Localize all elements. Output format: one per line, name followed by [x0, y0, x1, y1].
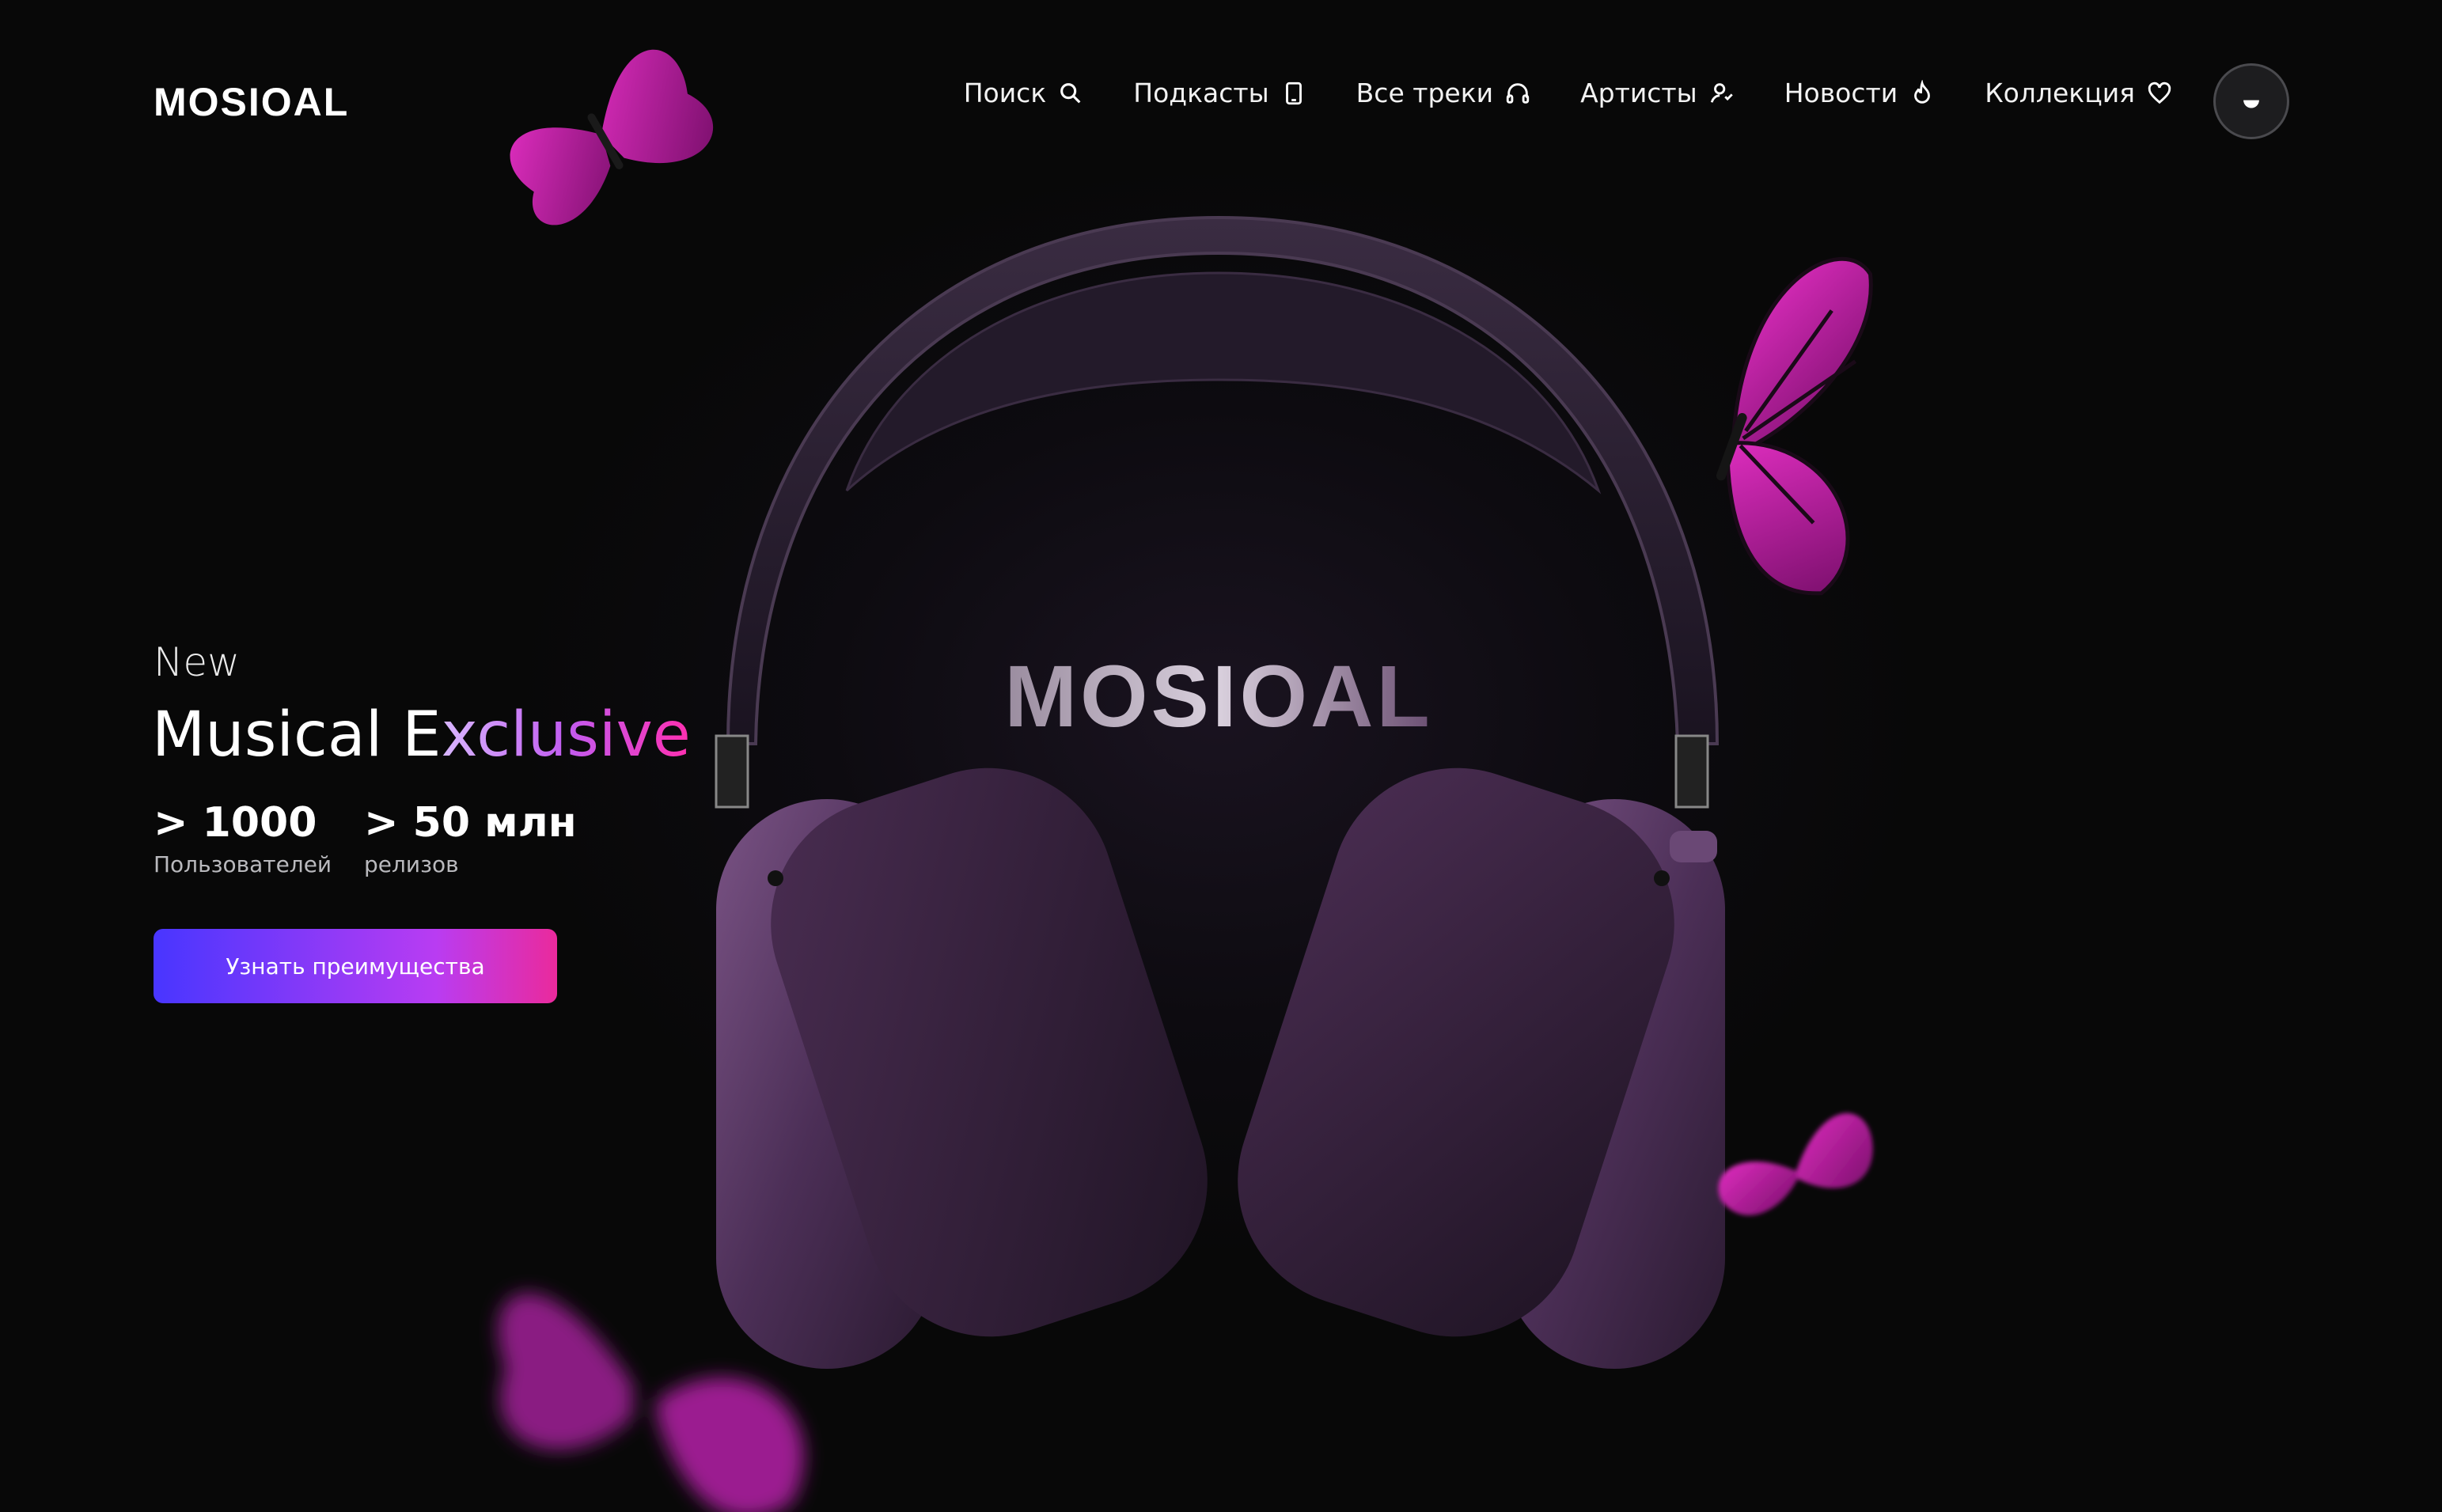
flame-icon [1914, 79, 1931, 104]
nav-item-label: Новости [1784, 78, 1898, 108]
main-nav: Поиск Подкасты Все треки Артисты Новости… [964, 78, 2173, 108]
nav-item-label: Подкасты [1133, 78, 1269, 108]
nav-item-label: Все треки [1356, 78, 1494, 108]
headphone-logo: MOSIOAL [1004, 648, 1432, 745]
butterfly-right [1716, 256, 1873, 596]
stat-users: > 1000 Пользователей [154, 799, 332, 877]
butterfly-top-left [510, 49, 714, 225]
nav-item-label: Поиск [963, 78, 1047, 108]
landing-page: MOSIOAL MOSIOAL Поиск Подкасты Все треки… [0, 0, 2442, 1512]
hero-title-plain: Musical E [152, 699, 442, 771]
learn-benefits-button[interactable]: Узнать преимущества [154, 929, 557, 1003]
hero-title: Musical Exclusive [152, 699, 691, 771]
butterfly-lower-right [1718, 1113, 1873, 1215]
heart-icon [2148, 81, 2171, 104]
nav-item-collection[interactable]: Коллекция [1985, 78, 2173, 108]
nav-item-news[interactable]: Новости [1784, 78, 1936, 108]
search-icon [1060, 82, 1081, 103]
tablet-icon [1285, 81, 1302, 104]
hero-title-gradient: xclusive [441, 699, 691, 771]
moon-icon [2243, 100, 2259, 108]
nav-item-all-tracks[interactable]: Все треки [1356, 78, 1531, 108]
site-logo[interactable]: MOSIOAL [154, 79, 349, 125]
stat-value: > 1000 [154, 799, 317, 847]
artists-icon [1710, 82, 1733, 103]
headphones-icon [1506, 82, 1530, 104]
nav-item-podcasts[interactable]: Подкасты [1133, 78, 1306, 108]
nav-item-search[interactable]: Поиск [964, 78, 1085, 108]
stat-releases: > 50 млн релизов [364, 799, 577, 877]
theme-toggle-button[interactable] [2213, 63, 2289, 139]
stat-label: релизов [364, 851, 459, 877]
hero-kicker: New [154, 639, 241, 685]
nav-item-label: Коллекция [1985, 78, 2135, 108]
nav-item-label: Артисты [1580, 78, 1697, 108]
nav-item-artists[interactable]: Артисты [1580, 78, 1735, 108]
stat-value: > 50 млн [364, 799, 577, 847]
stat-label: Пользователей [154, 851, 332, 877]
